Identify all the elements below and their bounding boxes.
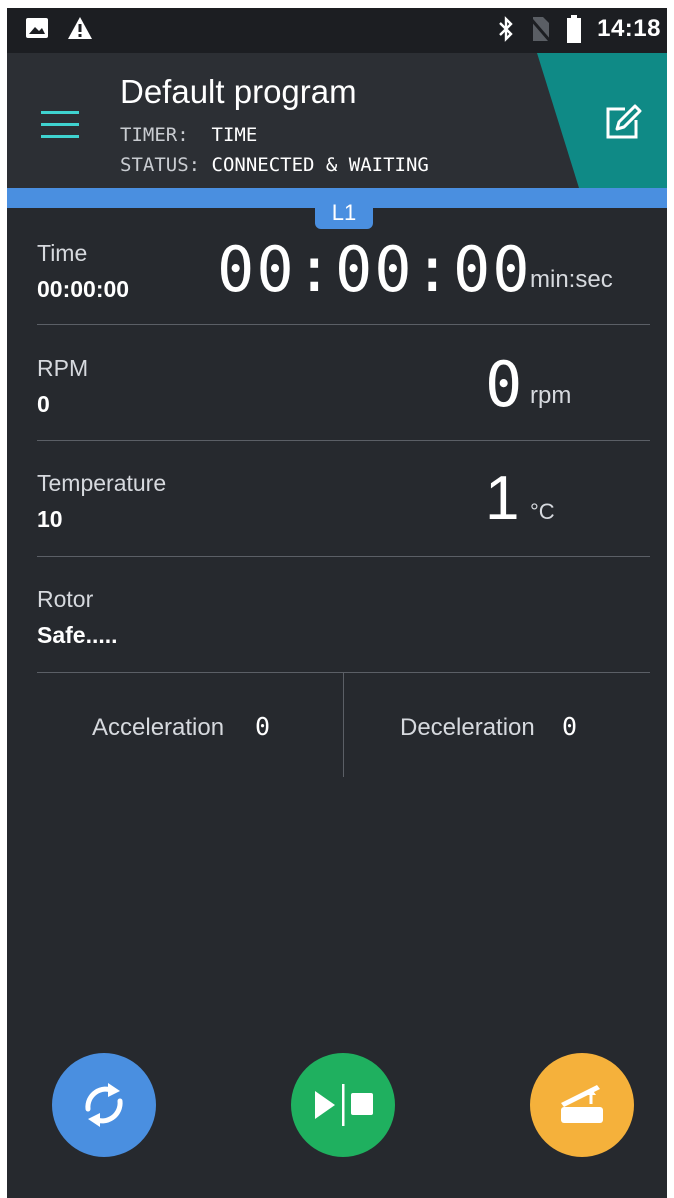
deceleration-label: Deceleration — [400, 714, 535, 741]
program-title: Default program — [120, 73, 357, 110]
warning-icon — [67, 16, 93, 40]
divider — [37, 324, 650, 325]
rpm-unit: rpm — [530, 382, 572, 409]
divider — [37, 556, 650, 557]
time-unit: min:sec — [530, 266, 613, 293]
battery-icon — [565, 14, 583, 44]
rpm-label: RPM — [37, 355, 89, 381]
open-lid-icon — [561, 1085, 603, 1123]
timer-key: TIMER: — [120, 124, 189, 146]
rpm-display: 0 — [485, 348, 523, 421]
rpm-set-value: 0 — [37, 391, 50, 417]
temperature-display: 1 — [485, 464, 520, 533]
timer-info: TIMER: TIME — [120, 124, 257, 146]
edit-button[interactable] — [599, 101, 647, 145]
tab-l1[interactable]: L1 — [315, 198, 373, 229]
deceleration-value[interactable]: 0 — [562, 712, 577, 741]
refresh-icon — [85, 1083, 123, 1127]
menu-button[interactable] — [37, 105, 83, 145]
play-stop-icon — [315, 1084, 373, 1126]
time-label: Time — [37, 240, 88, 266]
bluetooth-icon — [497, 16, 515, 42]
app-bar: Default program TIMER: TIME STATUS: CONN… — [7, 53, 667, 188]
acceleration-value[interactable]: 0 — [255, 712, 270, 741]
image-icon — [25, 17, 49, 39]
divider — [37, 440, 650, 441]
time-display: 00:00:00 — [217, 233, 532, 306]
rotor-label: Rotor — [37, 586, 94, 612]
temperature-unit: °C — [530, 499, 555, 524]
temperature-set-value: 10 — [37, 506, 63, 532]
split-divider — [343, 673, 344, 777]
temperature-label: Temperature — [37, 470, 167, 496]
clock: 14:18 — [597, 15, 661, 42]
hamburger-icon — [41, 111, 79, 138]
open-lid-button[interactable] — [530, 1053, 634, 1157]
status-key: STATUS: — [120, 154, 201, 176]
start-stop-button[interactable] — [291, 1053, 395, 1157]
timer-value: TIME — [211, 124, 258, 146]
time-set-value: 00:00:00 — [37, 276, 130, 302]
rotor-value: Safe..... — [37, 622, 118, 648]
refresh-button[interactable] — [52, 1053, 156, 1157]
edit-icon — [606, 104, 642, 139]
status-info: STATUS: CONNECTED & WAITING — [120, 154, 429, 176]
no-sim-icon — [529, 15, 552, 43]
acceleration-label: Acceleration — [92, 714, 225, 741]
app-screen: 14:18 Default program TIMER: TIME STATUS… — [7, 8, 667, 1198]
status-value: CONNECTED & WAITING — [211, 154, 429, 176]
status-bar: 14:18 — [7, 8, 667, 53]
